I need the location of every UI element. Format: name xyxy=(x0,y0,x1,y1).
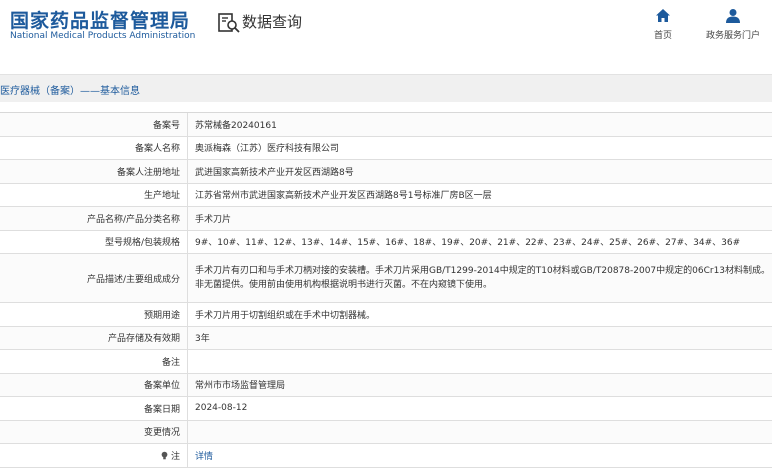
home-icon xyxy=(656,9,670,22)
table-row: 变更情况 xyxy=(0,420,772,444)
row-label: 变更情况 xyxy=(0,420,188,443)
breadcrumb-bar: 医疗器械（备案）——基本信息 xyxy=(0,74,772,102)
row-value: 9#、10#、11#、12#、13#、14#、15#、16#、18#、19#、2… xyxy=(195,238,741,249)
row-value: 江苏省常州市武进国家高新技术产业开发区西湖路8号1号标准厂房B区一层 xyxy=(195,191,492,202)
row-label: 产品描述/主要组成成分 xyxy=(0,254,188,302)
user-icon xyxy=(726,9,740,23)
site-logo-subtitle: National Medical Products Administration xyxy=(10,31,196,41)
site-header: 国家药品监督管理局 National Medical Products Admi… xyxy=(0,0,772,62)
nav-gov-service[interactable]: 政务服务门户 xyxy=(700,8,766,41)
lightbulb-icon xyxy=(161,451,168,460)
table-row: 型号规格/包装规格 9#、10#、11#、12#、13#、14#、15#、16#… xyxy=(0,230,772,254)
row-label: 备案单位 xyxy=(0,373,188,396)
details-link[interactable]: 详情 xyxy=(195,449,213,462)
row-value: 3年 xyxy=(195,334,210,345)
nav-home[interactable]: 首页 xyxy=(646,8,680,41)
page-section-title: 数据查询 xyxy=(242,13,303,31)
table-row: 备案人名称 奥派梅森（江苏）医疗科技有限公司 xyxy=(0,136,772,160)
site-logo-title[interactable]: 国家药品监督管理局 xyxy=(10,6,190,33)
row-value: 详情 xyxy=(188,444,772,467)
table-row: 备注 xyxy=(0,350,772,374)
row-label: 注 xyxy=(0,444,188,467)
note-label: 注 xyxy=(170,451,180,462)
row-label: 备案人名称 xyxy=(0,136,188,159)
table-row: 备案号 苏常械备20240161 xyxy=(0,113,772,137)
nav-home-label: 首页 xyxy=(653,31,672,41)
row-value: 常州市市场监督管理局 xyxy=(195,381,286,392)
row-value: 2024-08-12 xyxy=(195,403,248,414)
row-label: 备案人注册地址 xyxy=(0,160,188,183)
row-value: 手术刀片有刃口和与手术刀柄对接的安装槽。手术刀片采用GB/T1299-2014中… xyxy=(195,266,771,290)
row-value: 手术刀片用于切割组织或在手术中切割器械。 xyxy=(195,310,376,321)
row-label: 产品存储及有效期 xyxy=(0,326,188,349)
row-label: 备注 xyxy=(0,350,188,373)
data-search-icon xyxy=(218,13,240,33)
table-row: 预期用途 手术刀片用于切割组织或在手术中切割器械。 xyxy=(0,303,772,327)
table-row: 产品描述/主要组成成分 手术刀片有刃口和与手术刀柄对接的安装槽。手术刀片采用GB… xyxy=(0,254,772,303)
table-row: 生产地址 江苏省常州市武进国家高新技术产业开发区西湖路8号1号标准厂房B区一层 xyxy=(0,183,772,207)
row-value: 手术刀片 xyxy=(195,214,232,225)
row-value: 奥派梅森（江苏）医疗科技有限公司 xyxy=(195,144,340,155)
row-label: 备案日期 xyxy=(0,397,188,420)
row-value: 苏常械备20240161 xyxy=(195,120,277,131)
table-row: 注 详情 xyxy=(0,444,772,468)
row-label: 备案号 xyxy=(0,113,188,136)
table-row: 产品名称/产品分类名称 手术刀片 xyxy=(0,207,772,231)
row-value xyxy=(188,350,772,373)
row-label: 预期用途 xyxy=(0,303,188,326)
row-label: 型号规格/包装规格 xyxy=(0,230,188,253)
row-value: 武进国家高新技术产业开发区西湖路8号 xyxy=(195,167,354,178)
detail-table: 备案号 苏常械备20240161 备案人名称 奥派梅森（江苏）医疗科技有限公司 … xyxy=(0,112,772,468)
table-row: 备案日期 2024-08-12 xyxy=(0,397,772,421)
row-label: 生产地址 xyxy=(0,183,188,206)
table-row: 备案单位 常州市市场监督管理局 xyxy=(0,373,772,397)
breadcrumb: 医疗器械（备案）——基本信息 xyxy=(0,86,140,97)
row-value xyxy=(188,421,772,444)
table-row: 产品存储及有效期 3年 xyxy=(0,326,772,350)
table-row: 备案人注册地址 武进国家高新技术产业开发区西湖路8号 xyxy=(0,160,772,184)
row-label: 产品名称/产品分类名称 xyxy=(0,207,188,230)
nav-gov-label: 政务服务门户 xyxy=(705,31,760,41)
